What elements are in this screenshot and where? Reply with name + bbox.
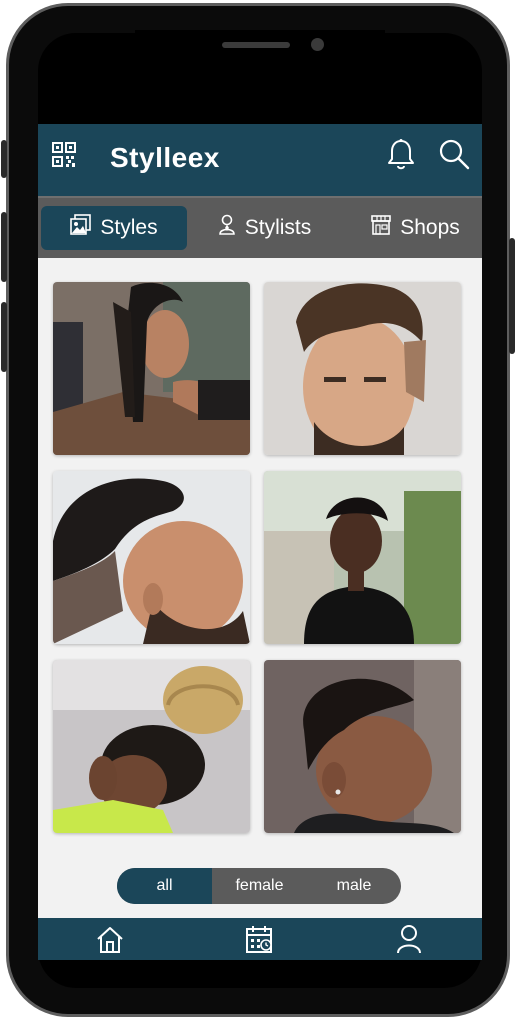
style-photo-cornrow-braids[interactable] bbox=[53, 282, 250, 455]
profile-icon[interactable] bbox=[396, 924, 422, 959]
tab-stylists[interactable]: Stylists bbox=[204, 206, 324, 250]
tab-styles[interactable]: Styles bbox=[41, 206, 187, 250]
filter-male[interactable]: male bbox=[307, 868, 401, 904]
app-header: Stylleex bbox=[38, 124, 482, 196]
phone-camera bbox=[311, 38, 324, 51]
tab-shops[interactable]: Shops bbox=[354, 206, 476, 250]
filter-all[interactable]: all bbox=[117, 868, 212, 904]
phone-speaker bbox=[222, 42, 290, 48]
gender-filter: all female male bbox=[117, 868, 401, 904]
app-screen: Stylleex Styles Stylists Shops all femal… bbox=[38, 124, 482, 960]
style-photo-braided-bun[interactable] bbox=[53, 660, 250, 833]
tab-styles-label: Styles bbox=[100, 216, 158, 239]
filter-female[interactable]: female bbox=[212, 868, 307, 904]
tab-shops-label: Shops bbox=[400, 216, 460, 239]
style-photo-textured-quiff[interactable] bbox=[264, 282, 461, 455]
storefront-icon bbox=[370, 214, 392, 242]
phone-side-button-power bbox=[509, 238, 515, 354]
calendar-icon[interactable] bbox=[245, 924, 273, 959]
bottom-nav bbox=[38, 918, 482, 960]
category-tabs: Styles Stylists Shops bbox=[38, 196, 482, 258]
phone-side-button-mute bbox=[1, 140, 7, 178]
home-icon[interactable] bbox=[96, 926, 124, 959]
app-title: Stylleex bbox=[110, 142, 220, 173]
qr-code-icon[interactable] bbox=[52, 142, 76, 173]
style-photo-short-natural-tapered[interactable] bbox=[264, 471, 461, 644]
phone-side-button-volume-up bbox=[1, 212, 7, 282]
bell-icon[interactable] bbox=[386, 138, 416, 177]
tab-stylists-label: Stylists bbox=[244, 216, 312, 239]
photo-stack-icon bbox=[70, 214, 92, 242]
search-icon[interactable] bbox=[438, 138, 470, 177]
style-photo-curly-top-fade[interactable] bbox=[264, 660, 461, 833]
style-photo-spiky-fade-beard[interactable] bbox=[53, 471, 250, 644]
phone-side-button-volume-down bbox=[1, 302, 7, 372]
person-pin-icon bbox=[217, 214, 237, 242]
